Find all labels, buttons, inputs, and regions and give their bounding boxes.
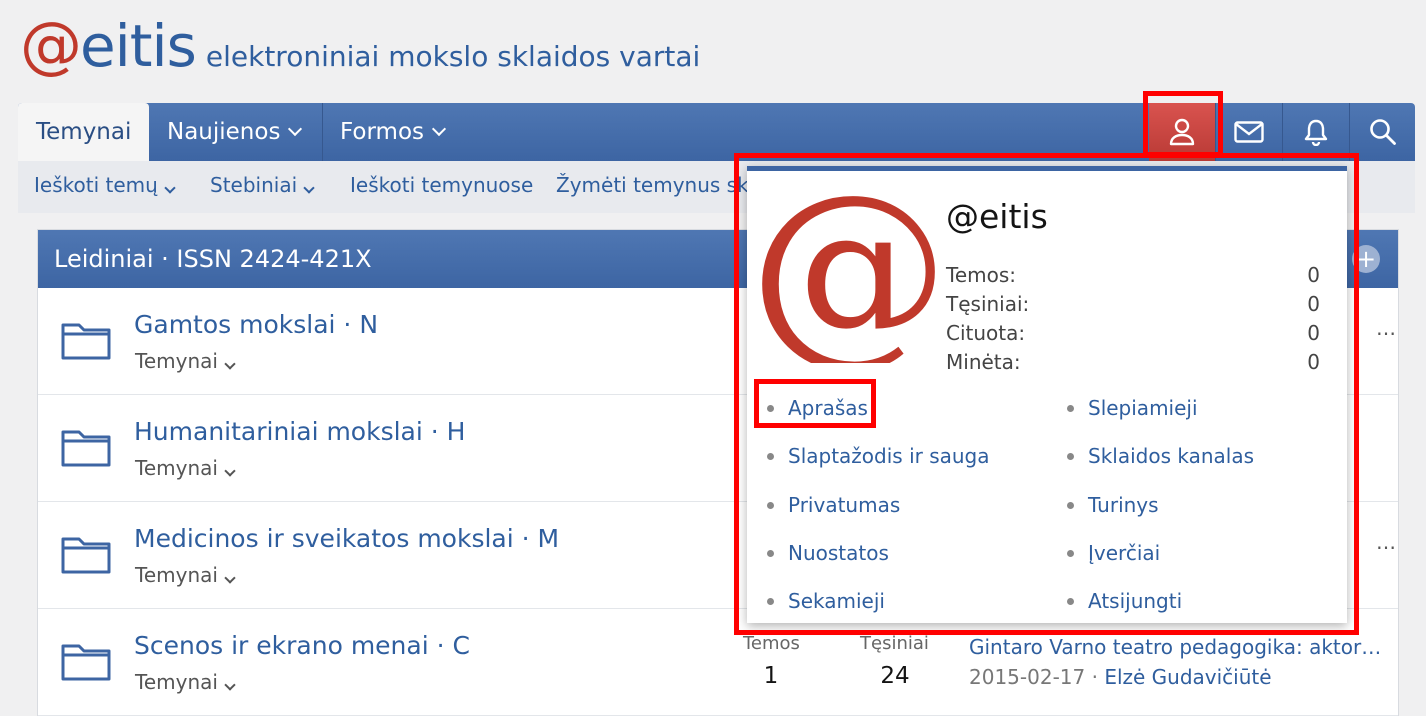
account-stat: Temos: 0 xyxy=(946,263,1322,287)
forum-title[interactable]: Humanitariniai mokslai · H xyxy=(134,417,465,446)
search-button[interactable] xyxy=(1350,103,1416,161)
bullet-icon xyxy=(1067,405,1074,412)
link-password-security[interactable]: Slaptažodis ir sauga xyxy=(788,444,990,468)
continuations-count: 24 xyxy=(880,663,910,689)
link-following[interactable]: Sekamieji xyxy=(788,589,885,613)
subforum-label: Temynai xyxy=(135,349,218,373)
user-icon xyxy=(1169,118,1195,146)
folder-icon xyxy=(61,430,111,467)
stat-value: 0 xyxy=(1307,263,1320,287)
folder-icon xyxy=(61,537,111,574)
alerts-button[interactable] xyxy=(1283,103,1349,161)
bullet-icon xyxy=(767,598,774,605)
subforum-label: Temynai xyxy=(135,670,218,694)
account-stat: Cituota: 0 xyxy=(946,321,1322,345)
subnav-label: Ieškoti temų xyxy=(34,173,158,197)
stat-label: Minėta: xyxy=(946,350,1021,374)
themes-label: Temos xyxy=(743,633,800,654)
tab-formos[interactable]: Formos xyxy=(322,103,462,161)
bell-icon xyxy=(1304,119,1328,146)
stat-label: Temos: xyxy=(946,263,1016,287)
themes-count: 1 xyxy=(763,663,779,689)
chevron-down-icon xyxy=(288,121,303,137)
continuations-label: Tęsiniai xyxy=(860,633,929,654)
logo-tagline: elektroniniai mokslo sklaidos vartai xyxy=(205,40,701,73)
bullet-icon xyxy=(1067,550,1074,557)
chevron-down-icon xyxy=(224,679,236,691)
truncation-ellipsis: … xyxy=(1376,316,1396,340)
chevron-down-icon xyxy=(303,182,315,194)
subforum-toggle[interactable]: Temynai xyxy=(135,349,236,373)
folder-icon xyxy=(61,644,111,681)
bullet-icon xyxy=(767,453,774,460)
latest-post-date: 2015-02-17 xyxy=(969,665,1086,689)
subnav-watched[interactable]: Stebiniai xyxy=(210,173,315,197)
avatar: @ xyxy=(761,187,937,363)
account-stat: Minėta: 0 xyxy=(946,350,1322,374)
account-stat: Tęsiniai: 0 xyxy=(946,292,1322,316)
chevron-down-icon xyxy=(164,182,176,194)
link-preferences[interactable]: Nuostatos xyxy=(788,541,889,565)
tab-temynai[interactable]: Temynai xyxy=(18,103,149,161)
bullet-icon xyxy=(767,550,774,557)
stat-label: Tęsiniai: xyxy=(946,292,1030,316)
subforum-label: Temynai xyxy=(135,456,218,480)
forum-title[interactable]: Medicinos ir sveikatos mokslai · M xyxy=(134,524,559,553)
folder-icon xyxy=(61,323,111,360)
chevron-down-icon xyxy=(224,465,236,477)
chevron-down-icon xyxy=(224,572,236,584)
stat-value: 0 xyxy=(1307,292,1320,316)
forum-title[interactable]: Scenos ir ekrano menai · C xyxy=(134,631,470,660)
subforum-label: Temynai xyxy=(135,563,218,587)
site-logo[interactable]: @ eitis elektroniniai mokslo sklaidos va… xyxy=(20,14,700,76)
link-ignoring[interactable]: Slepiamieji xyxy=(1088,396,1198,420)
link-privacy[interactable]: Privatumas xyxy=(788,493,900,517)
latest-post-title[interactable]: Gintaro Varno teatro pedagogika: aktor… xyxy=(969,635,1384,659)
link-aprasas[interactable]: Aprašas xyxy=(788,396,868,420)
stat-value: 0 xyxy=(1307,350,1320,374)
subnav-search-themes[interactable]: Ieškoti temų xyxy=(34,173,176,197)
subforum-toggle[interactable]: Temynai xyxy=(135,563,236,587)
subnav-search-forums[interactable]: Ieškoti temynuose xyxy=(350,173,533,197)
account-button[interactable] xyxy=(1149,103,1215,161)
avatar-glyph: @ xyxy=(761,187,937,363)
stat-label: Cituota: xyxy=(946,321,1026,345)
latest-post-meta: 2015-02-17 · Elzė Gudavičiūtė xyxy=(969,665,1272,689)
bullet-icon xyxy=(767,405,774,412)
inbox-button[interactable] xyxy=(1216,103,1282,161)
bullet-icon xyxy=(767,502,774,509)
subnav-label: Stebiniai xyxy=(210,173,298,197)
subnav-label: Ieškoti temynuose xyxy=(350,173,534,197)
subforum-toggle[interactable]: Temynai xyxy=(135,670,236,694)
forum-row: Scenos ir ekrano menai · C Temynai Temos… xyxy=(38,609,1398,716)
tab-naujienos-label: Naujienos xyxy=(167,119,281,145)
tab-temynai-label: Temynai xyxy=(36,119,132,145)
logo-at-sign: @ xyxy=(20,8,82,81)
link-content[interactable]: Turinys xyxy=(1088,493,1159,517)
logo-name: eitis xyxy=(80,12,197,80)
bullet-icon xyxy=(1067,502,1074,509)
subforum-toggle[interactable]: Temynai xyxy=(135,456,236,480)
main-navbar: Temynai Naujienos Formos xyxy=(18,103,1415,161)
account-menu-popup: @ @eitis Temos: 0 Tęsiniai: 0 Cituota: 0 Mi… xyxy=(747,166,1347,623)
chevron-down-icon xyxy=(224,358,236,370)
mail-icon xyxy=(1234,121,1264,143)
link-logout[interactable]: Atsijungti xyxy=(1088,589,1182,613)
link-news-feed[interactable]: Sklaidos kanalas xyxy=(1088,444,1254,468)
account-name[interactable]: @eitis xyxy=(946,197,1048,236)
bullet-icon xyxy=(1067,453,1074,460)
add-icon[interactable]: + xyxy=(1352,245,1380,273)
category-title: Leidiniai · ISSN 2424-421X xyxy=(54,245,372,273)
tab-naujienos[interactable]: Naujienos xyxy=(149,103,318,161)
link-reactions[interactable]: Įverčiai xyxy=(1088,541,1160,565)
forum-title[interactable]: Gamtos mokslai · N xyxy=(134,310,378,339)
truncation-ellipsis: … xyxy=(1376,530,1396,554)
tab-formos-label: Formos xyxy=(340,119,424,145)
chevron-down-icon xyxy=(431,121,447,137)
bullet-icon xyxy=(1067,598,1074,605)
site-header: @ eitis elektroniniai mokslo sklaidos va… xyxy=(0,0,1426,100)
stat-value: 0 xyxy=(1307,321,1320,345)
latest-post-author[interactable]: Elzė Gudavičiūtė xyxy=(1104,665,1271,689)
search-icon xyxy=(1370,119,1396,145)
